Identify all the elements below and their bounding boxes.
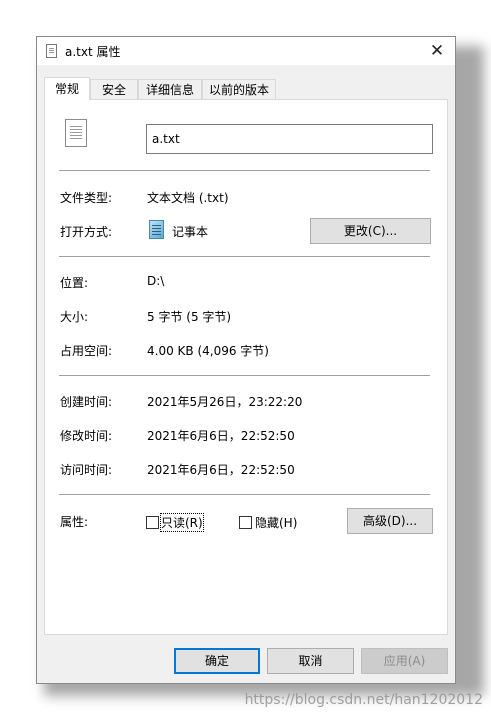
ok-button[interactable]: 确定 — [174, 648, 260, 674]
separator — [59, 256, 430, 257]
accessed-label: 访问时间: — [60, 463, 113, 477]
modified-label: 修改时间: — [60, 429, 113, 443]
created-value: 2021年5月26日，23:22:20 — [147, 395, 303, 409]
opens-with-value: 记事本 — [172, 225, 209, 239]
attributes-label: 属性: — [60, 515, 89, 529]
readonly-label[interactable]: 只读(R) — [160, 513, 204, 532]
notepad-icon — [149, 220, 164, 239]
text-file-icon — [65, 119, 87, 147]
properties-dialog: a.txt 属性 ✕ 常规 安全 详细信息 以前的版本 文件类型: 文本文档 (… — [36, 36, 456, 684]
change-button[interactable]: 更改(C)... — [310, 218, 431, 244]
modified-value: 2021年6月6日，22:52:50 — [147, 429, 295, 443]
hidden-checkbox[interactable] — [239, 516, 252, 529]
hidden-label[interactable]: 隐藏(H) — [255, 514, 297, 531]
size-on-disk-value: 4.00 KB (4,096 字节) — [147, 344, 269, 358]
title-bar: a.txt 属性 ✕ — [37, 37, 455, 65]
opens-with-label: 打开方式: — [60, 225, 113, 239]
tab-general[interactable]: 常规 — [44, 77, 90, 100]
size-value: 5 字节 (5 字节) — [147, 310, 232, 324]
size-on-disk-label: 占用空间: — [60, 344, 113, 358]
cancel-button[interactable]: 取消 — [267, 648, 354, 674]
location-value: D:\ — [147, 274, 165, 288]
general-panel: 文件类型: 文本文档 (.txt) 打开方式: 记事本 更改(C)... 位置:… — [44, 99, 448, 635]
close-button[interactable]: ✕ — [425, 39, 449, 63]
separator — [59, 494, 430, 495]
size-label: 大小: — [60, 310, 89, 324]
separator — [59, 170, 430, 171]
tab-details[interactable]: 详细信息 — [138, 79, 202, 99]
apply-button[interactable]: 应用(A) — [361, 648, 448, 674]
document-icon — [46, 44, 57, 58]
watermark-text: https://blog.csdn.net/han1202012 — [244, 692, 483, 708]
created-label: 创建时间: — [60, 395, 113, 409]
file-type-label: 文件类型: — [60, 191, 113, 205]
accessed-value: 2021年6月6日，22:52:50 — [147, 463, 295, 477]
separator — [59, 375, 430, 376]
window-title: a.txt 属性 — [65, 45, 121, 59]
file-name-input[interactable] — [146, 124, 433, 154]
readonly-checkbox[interactable] — [146, 516, 159, 529]
location-label: 位置: — [60, 276, 89, 290]
tab-previous-versions[interactable]: 以前的版本 — [202, 79, 276, 99]
tab-security[interactable]: 安全 — [90, 79, 138, 99]
advanced-button[interactable]: 高级(D)... — [347, 508, 433, 534]
file-type-value: 文本文档 (.txt) — [147, 191, 229, 205]
